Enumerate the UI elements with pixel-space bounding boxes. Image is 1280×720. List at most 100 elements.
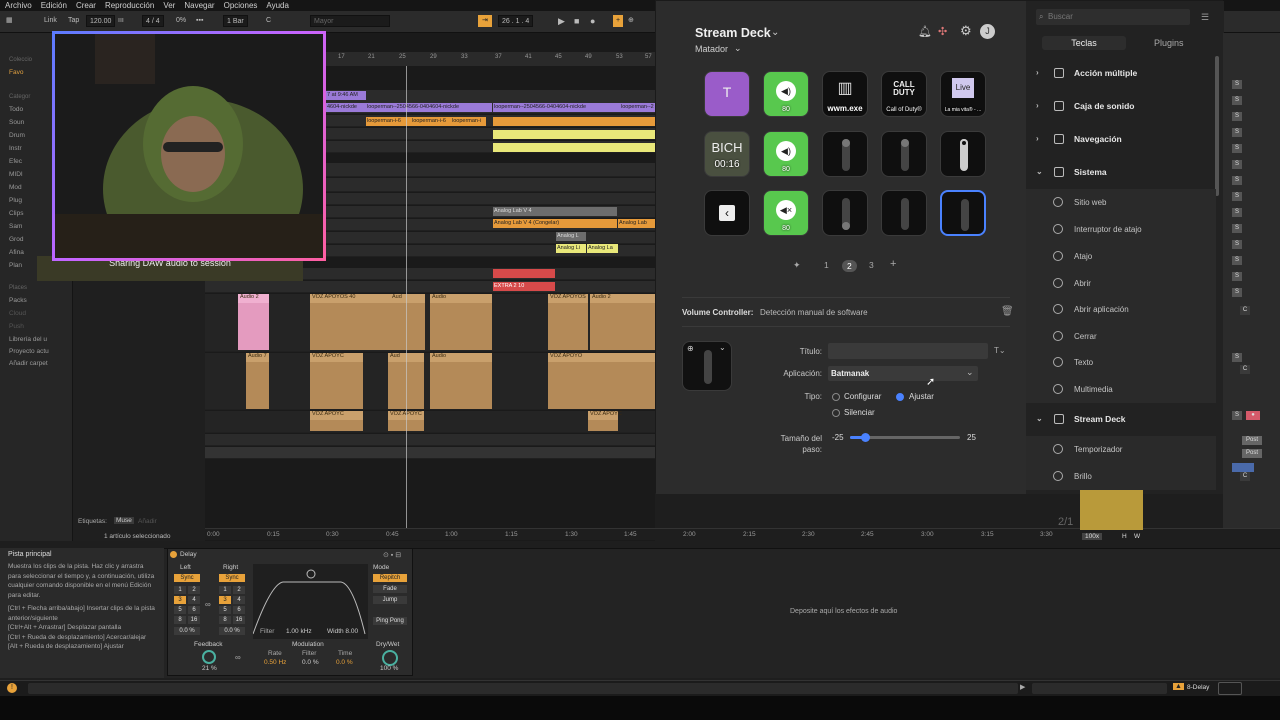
tab-plugins[interactable]: Plugins xyxy=(1154,36,1184,50)
solo-button[interactable]: S xyxy=(1232,112,1242,121)
clip[interactable]: looperman--2 xyxy=(620,103,655,112)
page-button[interactable]: 3 xyxy=(869,260,874,270)
audio-clip[interactable]: Audio 7 xyxy=(246,353,269,409)
post-label[interactable]: Post xyxy=(1242,449,1262,458)
audio-clip[interactable]: VOZ APOYOS xyxy=(548,294,588,350)
group-soundboard[interactable]: › Caja de sonido xyxy=(1026,93,1224,119)
left-division[interactable]: 1 xyxy=(174,586,186,594)
deck-key[interactable] xyxy=(822,131,868,177)
deck-key[interactable]: ▥ wwm.exe xyxy=(822,71,868,117)
category-item[interactable]: Grod xyxy=(9,236,23,243)
audio-clip[interactable]: VOZ APOYC xyxy=(310,411,363,431)
stop-button[interactable]: ■ xyxy=(574,15,579,27)
h-button[interactable]: H xyxy=(1122,533,1127,540)
solo-button[interactable]: S xyxy=(1232,80,1242,89)
place-item[interactable]: Packs xyxy=(9,297,27,304)
clip[interactable]: Analog La xyxy=(587,244,618,253)
drop-effects-area[interactable]: Deposite aquí los efectos de audio xyxy=(790,608,897,615)
scale-select[interactable]: Mayor xyxy=(310,15,390,27)
group-system[interactable]: ⌄ Sistema xyxy=(1026,159,1224,185)
deck-key[interactable]: ◀) 80 xyxy=(763,71,809,117)
radio-configurar[interactable] xyxy=(832,393,840,401)
song-position[interactable]: 26 . 1 . 4 xyxy=(498,15,534,27)
warning-icon[interactable]: ! xyxy=(7,683,17,693)
feedback-knob[interactable] xyxy=(202,650,216,664)
arrangement-record-button[interactable]: ⇥ xyxy=(478,15,492,27)
link-button[interactable]: Link xyxy=(44,15,57,27)
solo-button[interactable]: S xyxy=(1232,272,1242,281)
solo-button[interactable]: S xyxy=(1232,224,1242,233)
marketplace-icon[interactable]: ✣ xyxy=(938,25,947,38)
deck-key[interactable]: BICH 00:16 xyxy=(704,131,750,177)
tempo-field[interactable]: 120.00 xyxy=(86,15,116,27)
group-multi-action[interactable]: › Acción múltiple xyxy=(1026,60,1224,86)
grid-icon[interactable]: ▦ xyxy=(6,15,13,27)
repitch-button[interactable]: Repitch xyxy=(373,574,407,582)
action-multimedia[interactable]: Multimedia xyxy=(1026,376,1216,403)
group-navigation[interactable]: › Navegación xyxy=(1026,126,1224,152)
left-division[interactable]: 6 xyxy=(188,606,200,614)
crossfade-button[interactable]: C xyxy=(1240,365,1250,374)
title-input[interactable] xyxy=(828,343,988,359)
menu-reproduccion[interactable]: Reproducción xyxy=(105,1,154,10)
deck-key[interactable] xyxy=(881,190,927,236)
solo-button[interactable]: S xyxy=(1232,411,1242,420)
clip[interactable]: 4604-nickde xyxy=(326,103,366,112)
device-power-icon[interactable] xyxy=(170,551,177,558)
solo-button[interactable]: S xyxy=(1232,288,1242,297)
filter-freq[interactable]: 1.00 kHz xyxy=(286,628,312,635)
left-division[interactable]: 3 xyxy=(174,596,186,604)
audio-clip[interactable]: Audio 2 xyxy=(590,294,655,350)
right-division[interactable]: 4 xyxy=(233,596,245,604)
deck-key[interactable]: T xyxy=(704,71,750,117)
action-open[interactable]: Abrir xyxy=(1026,270,1216,297)
category-item[interactable]: Mod xyxy=(9,184,22,191)
action-timer[interactable]: Temporizador xyxy=(1026,436,1216,463)
right-division[interactable]: 16 xyxy=(233,616,245,624)
ping-pong-button[interactable]: Ping Pong xyxy=(373,617,407,625)
deck-key[interactable] xyxy=(822,190,868,236)
track-lane[interactable] xyxy=(205,447,655,459)
clip[interactable] xyxy=(493,117,655,126)
key-select[interactable]: C xyxy=(266,15,271,27)
solo-button[interactable]: S xyxy=(1232,353,1242,362)
fade-button[interactable]: Fade xyxy=(373,585,407,593)
solo-button[interactable]: S xyxy=(1232,144,1242,153)
play-icon[interactable]: ▶ xyxy=(1020,683,1025,691)
audio-clip[interactable]: VOZ APOYO xyxy=(548,353,655,409)
profile-select[interactable]: Matador xyxy=(695,44,728,54)
filter-width[interactable]: Width 8.00 xyxy=(327,628,358,635)
percent-field[interactable]: 0% xyxy=(176,15,186,27)
clip[interactable]: Analog Lab V 4 (Congelar) xyxy=(493,219,617,228)
right-offset[interactable]: 0.0 % xyxy=(219,627,245,635)
menu-navegar[interactable]: Navegar xyxy=(184,1,214,10)
solo-button[interactable]: S xyxy=(1232,256,1242,265)
clip[interactable]: Analog Lab xyxy=(618,219,655,228)
action-hotkey-switch[interactable]: Interruptor de atajo xyxy=(1026,216,1216,243)
tag-chip[interactable]: Muse xyxy=(114,517,134,524)
category-item[interactable]: Todo xyxy=(9,106,23,113)
audio-clip[interactable]: VOZ APOYC xyxy=(588,411,622,431)
deck-key[interactable] xyxy=(940,131,986,177)
category-item[interactable]: Instr xyxy=(9,145,22,152)
solo-button[interactable]: S xyxy=(1232,240,1242,249)
track-lane[interactable] xyxy=(205,281,655,293)
app-title[interactable]: Stream Deck xyxy=(695,26,771,40)
crossfade-button[interactable]: C xyxy=(1240,472,1250,481)
right-division[interactable]: 5 xyxy=(219,606,231,614)
place-item[interactable]: Librería del u xyxy=(9,336,47,343)
category-item[interactable]: Sam xyxy=(9,223,22,230)
chevron-down-icon[interactable]: ⌄ xyxy=(771,27,779,38)
deck-key[interactable]: ‹ xyxy=(704,190,750,236)
quantize-select[interactable]: 1 Bar xyxy=(223,15,248,27)
add-tag-button[interactable]: Añadir xyxy=(138,518,157,525)
clip[interactable]: 7 at 9:46 AM xyxy=(326,91,366,100)
deck-key[interactable] xyxy=(881,131,927,177)
clip[interactable]: Analog Lab V 4 xyxy=(493,207,617,216)
overdub-button[interactable]: + xyxy=(613,15,624,27)
clip[interactable]: looperman-i-6 xyxy=(411,117,451,126)
right-sync-button[interactable]: Sync xyxy=(219,574,245,582)
application-select[interactable]: Batmanak ⌄ xyxy=(828,366,978,381)
radio-ajustar[interactable] xyxy=(896,393,904,401)
clip[interactable] xyxy=(493,130,655,139)
